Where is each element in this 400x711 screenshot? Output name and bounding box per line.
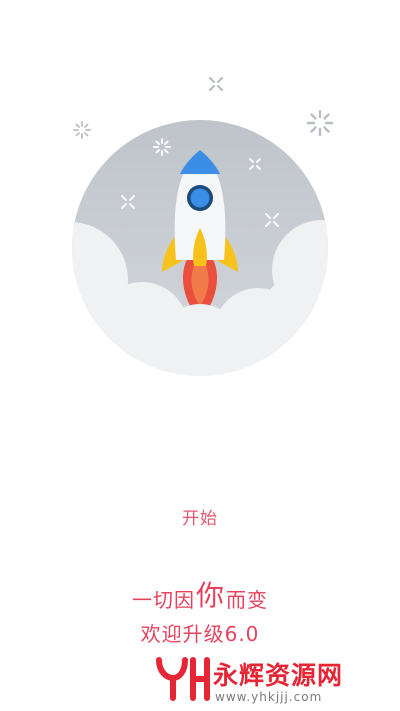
slogan: 一切因你而变 xyxy=(0,578,400,613)
watermark-name: 永辉资源网 xyxy=(213,661,344,690)
slogan-part1: 一切因 xyxy=(131,588,195,612)
start-button[interactable]: 开始 xyxy=(150,500,250,532)
sparkle-icon xyxy=(208,76,224,92)
slogan-part2: 而变 xyxy=(226,588,268,612)
version-text: 欢迎升级6.0 xyxy=(140,622,260,646)
watermark-logo xyxy=(156,657,210,701)
rocket-launch-icon xyxy=(72,120,328,376)
watermark: 永辉资源网 www.yhkjjj.com xyxy=(155,652,395,710)
slogan-emphasis: 你 xyxy=(195,579,225,612)
watermark-url: www.yhkjjj.com xyxy=(215,690,323,704)
